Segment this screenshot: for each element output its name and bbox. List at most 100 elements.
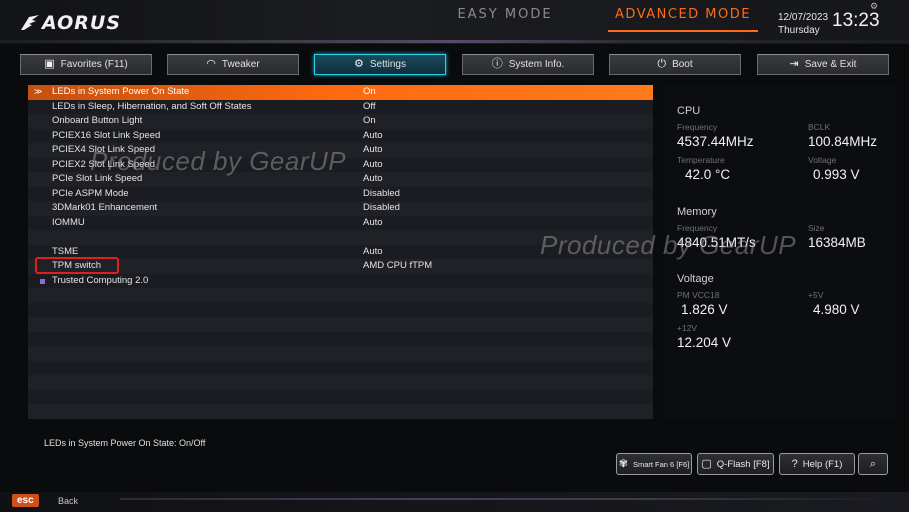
cpu-temperature-value: 42.0 °C	[685, 167, 731, 182]
memory-section-title: Memory	[677, 206, 717, 218]
date-display: 12/07/2023 Thursday	[778, 11, 828, 37]
day-text: Thursday	[778, 25, 820, 36]
setting-label: PCIe ASPM Mode	[52, 187, 129, 199]
setting-label: LEDs in System Power On State	[52, 86, 190, 97]
info-icon: ⓘ	[491, 58, 503, 70]
smart-fan-label: Smart Fan 6 [F6]	[632, 459, 690, 469]
setting-row-leds-power-on[interactable]: ≫ LEDs in System Power On State On	[28, 85, 653, 100]
setting-value[interactable]: On	[363, 114, 376, 129]
setting-value[interactable]: Auto	[363, 245, 383, 260]
setting-value[interactable]: On	[363, 85, 376, 100]
setting-label: Trusted Computing 2.0	[52, 274, 149, 286]
advanced-mode-button[interactable]: ADVANCED MODE	[598, 4, 768, 32]
esc-key-label: esc	[17, 495, 34, 506]
tab-label: Favorites (F11)	[60, 59, 128, 70]
help-button[interactable]: ? Help (F1)	[779, 453, 855, 475]
tab-label: Save & Exit	[804, 59, 857, 70]
favorites-icon: ▣	[44, 58, 55, 70]
v12-value: 12.204 V	[677, 335, 732, 350]
search-icon: ⌕	[869, 457, 877, 470]
setting-row-onboard-button-light[interactable]: Onboard Button Light On	[28, 114, 653, 129]
setting-label: LEDs in Sleep, Hibernation, and Soft Off…	[52, 100, 252, 112]
cpu-temperature-label: Temperature	[677, 155, 725, 165]
tab-system-info[interactable]: ⓘ System Info.	[462, 54, 594, 75]
easy-mode-button[interactable]: EASY MODE	[430, 4, 580, 26]
memory-size-label: Size	[808, 223, 825, 233]
memory-size-value: 16384MB	[808, 235, 866, 250]
tab-label: Boot	[672, 59, 693, 70]
help-label: Help (F1)	[802, 458, 843, 470]
pm-vcc18-label: PM VCC18	[677, 290, 720, 300]
v5-value: 4.980 V	[813, 302, 860, 317]
tab-label: Tweaker	[221, 59, 260, 70]
help-icon: ?	[791, 457, 798, 470]
cpu-section-title: CPU	[677, 105, 701, 117]
settings-gear-icon[interactable]: ⚙	[870, 1, 878, 12]
selection-arrow-icon: ≫	[34, 87, 43, 96]
setting-row-leds-sleep[interactable]: LEDs in Sleep, Hibernation, and Soft Off…	[28, 99, 653, 115]
empty-row	[28, 346, 653, 361]
setting-value[interactable]: AMD CPU fTPM	[363, 259, 432, 274]
cpu-bclk-label: BCLK	[808, 122, 831, 132]
tab-boot[interactable]: ⏻ Boot	[609, 54, 741, 75]
setting-row-pcie-aspm[interactable]: PCIe ASPM Mode Disabled	[28, 186, 653, 202]
v12-label: +12V	[677, 323, 698, 333]
qflash-icon: ▢	[701, 457, 712, 470]
aorus-eagle-icon	[21, 15, 39, 30]
tab-label: System Info.	[508, 59, 565, 70]
setting-value[interactable]: Disabled	[363, 201, 400, 216]
tab-favorites[interactable]: ▣ Favorites (F11)	[20, 54, 152, 75]
main-tabs: ▣ Favorites (F11) ◠ Tweaker ⚙ Settings ⓘ…	[20, 54, 890, 76]
tab-label: Settings	[369, 59, 406, 70]
cpu-voltage-value: 0.993 V	[813, 167, 860, 182]
tpm-switch-highlight	[35, 257, 119, 274]
empty-row	[28, 360, 653, 375]
esc-key-button[interactable]: esc	[12, 494, 39, 507]
cpu-voltage-label: Voltage	[808, 155, 837, 165]
footer-bar	[0, 492, 909, 512]
help-description: LEDs in System Power On State: On/Off	[44, 438, 206, 448]
time-display: 13:23	[832, 10, 880, 31]
setting-value[interactable]: Auto	[363, 172, 383, 187]
qflash-label: Q-Flash [F8]	[716, 458, 770, 470]
setting-value[interactable]: Auto	[363, 158, 383, 173]
setting-value[interactable]: Off	[363, 100, 376, 115]
voltage-section-title: Voltage	[677, 273, 714, 285]
setting-value[interactable]: Auto	[363, 129, 383, 144]
setting-row-pciex16[interactable]: PCIEX16 Slot Link Speed Auto	[28, 128, 653, 144]
watermark: Produced by GearUP	[90, 146, 347, 176]
tab-save-exit[interactable]: ⇥ Save & Exit	[757, 54, 889, 75]
setting-row-3dmark01[interactable]: 3DMark01 Enhancement Disabled	[28, 201, 653, 216]
speedometer-icon: ◠	[206, 58, 216, 70]
setting-label: Onboard Button Light	[52, 115, 143, 126]
pm-vcc18-value: 1.826 V	[681, 302, 728, 317]
setting-row-trusted-computing[interactable]: Trusted Computing 2.0	[28, 273, 653, 288]
gear-icon: ⚙	[353, 58, 364, 70]
cpu-bclk-value: 100.84MHz	[808, 134, 878, 149]
tab-tweaker[interactable]: ◠ Tweaker	[167, 54, 299, 75]
date-text: 12/07/2023	[778, 12, 829, 23]
search-button[interactable]: ⌕	[858, 453, 888, 475]
exit-icon: ⇥	[789, 58, 799, 70]
aorus-logo: AORUS	[20, 12, 121, 34]
setting-value[interactable]: Auto	[363, 216, 383, 231]
setting-label: PCIEX16 Slot Link Speed	[52, 129, 161, 141]
tab-settings[interactable]: ⚙ Settings	[314, 54, 446, 75]
setting-value[interactable]: Disabled	[363, 187, 400, 202]
smart-fan-button[interactable]: ✾ Smart Fan 6 [F6]	[616, 453, 692, 475]
top-bar-stripe	[0, 40, 909, 43]
v5-label: +5V	[808, 290, 824, 300]
cpu-frequency-label: Frequency	[677, 122, 718, 132]
logo-text: AORUS	[42, 12, 122, 34]
setting-label: 3DMark01 Enhancement	[52, 202, 158, 213]
cpu-frequency-value: 4537.44MHz	[677, 134, 754, 149]
setting-label: IOMMU	[52, 216, 85, 228]
setting-row-iommu[interactable]: IOMMU Auto	[28, 215, 653, 231]
setting-value[interactable]: Auto	[363, 143, 383, 158]
setting-row-tpm-switch[interactable]: TPM switch AMD CPU fTPM	[28, 259, 653, 274]
empty-row	[28, 288, 653, 303]
qflash-button[interactable]: ▢ Q-Flash [F8]	[697, 453, 774, 475]
watermark: Produced by GearUP	[540, 230, 797, 260]
power-icon: ⏻	[657, 58, 667, 70]
submenu-bullet-icon	[40, 278, 45, 284]
